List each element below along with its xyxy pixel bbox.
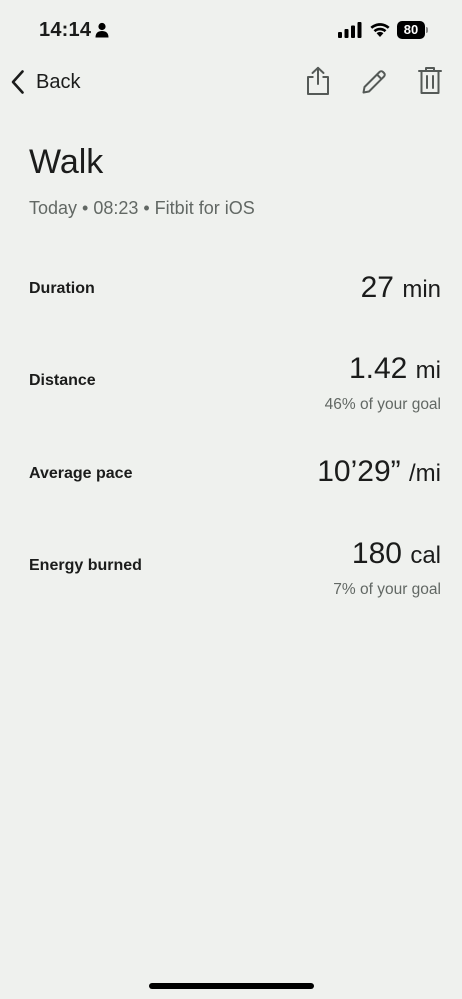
- stat-value: 10’29” /mi: [317, 455, 441, 489]
- stat-duration: Duration 27 min: [0, 270, 462, 310]
- stat-value: 1.42 mi: [349, 352, 441, 386]
- status-time: 14:14: [39, 19, 92, 41]
- stat-label: Distance: [29, 372, 96, 389]
- home-indicator[interactable]: [149, 983, 314, 989]
- status-bar: 14:14 80: [0, 0, 462, 56]
- stat-number: 1.42: [348, 352, 408, 385]
- stat-label: Energy burned: [29, 557, 142, 574]
- stat-label: Duration: [29, 280, 95, 297]
- cellular-signal-icon: [338, 22, 362, 38]
- stat-value: 180 cal: [352, 537, 441, 571]
- stat-label: Average pace: [29, 465, 133, 482]
- activity-title: Walk: [29, 143, 104, 181]
- stat-energy: Energy burned 180 cal 7% of your goal: [0, 535, 462, 605]
- activity-subtitle: Today • 08:23 • Fitbit for iOS: [29, 198, 255, 218]
- battery-level: 80: [397, 21, 425, 39]
- stat-number: 10’29”: [317, 455, 401, 488]
- trash-icon[interactable]: [416, 66, 444, 96]
- back-button[interactable]: Back: [10, 68, 80, 96]
- stat-number: 180: [351, 537, 402, 570]
- battery-cap: [426, 27, 428, 33]
- nav-bar: Back: [0, 56, 462, 108]
- stat-unit: cal: [410, 542, 441, 569]
- stat-goal: 46% of your goal: [324, 396, 441, 413]
- stat-unit: min: [402, 276, 441, 303]
- stat-value: 27 min: [361, 271, 441, 305]
- wifi-icon: [370, 23, 390, 37]
- share-icon[interactable]: [304, 66, 332, 96]
- battery-icon: 80: [397, 21, 428, 39]
- stat-unit: mi: [415, 357, 441, 384]
- back-label: Back: [36, 70, 81, 93]
- stat-goal: 7% of your goal: [333, 581, 441, 598]
- stat-number: 27: [360, 271, 394, 304]
- chevron-left-icon: [11, 70, 24, 94]
- stat-pace: Average pace 10’29” /mi: [0, 455, 462, 495]
- stat-unit: /mi: [409, 460, 441, 487]
- person-icon: [95, 22, 109, 38]
- stat-distance: Distance 1.42 mi 46% of your goal: [0, 350, 462, 420]
- pencil-icon[interactable]: [360, 67, 388, 97]
